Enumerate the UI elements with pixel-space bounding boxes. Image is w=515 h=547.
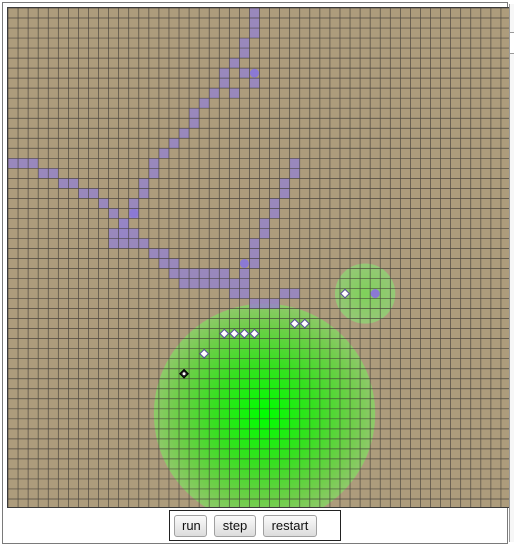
pheromone-cell: [249, 248, 260, 259]
pheromone-cell: [289, 288, 300, 299]
pheromone-cell: [249, 238, 260, 249]
pheromone-cell: [179, 278, 190, 289]
pheromone-cell: [249, 28, 260, 39]
pheromone-cell: [279, 178, 290, 189]
pheromone-dot: [370, 289, 380, 299]
pheromone-cell: [168, 258, 180, 269]
pheromone-dot: [249, 68, 259, 78]
pheromone-cell: [239, 268, 250, 279]
pheromone-cell: [118, 228, 129, 239]
pheromone-cell: [259, 298, 270, 309]
pheromone-cell: [259, 228, 270, 239]
pheromone-cell: [189, 108, 200, 119]
pheromone-cell: [148, 168, 159, 179]
pheromone-cell: [229, 278, 240, 289]
controls-panel: run step restart: [169, 510, 341, 541]
pheromone-cell: [289, 168, 300, 179]
pheromone-cell: [98, 198, 109, 209]
grid-canvas[interactable]: [8, 8, 510, 508]
pheromone-cell: [128, 228, 139, 239]
pheromone-cell: [279, 288, 290, 299]
pheromone-cell: [239, 68, 250, 79]
pheromone-cell: [38, 168, 49, 179]
pheromone-cell: [229, 288, 240, 299]
pheromone-cell: [239, 48, 250, 59]
pheromone-cell: [88, 188, 99, 199]
pheromone-cell: [289, 158, 300, 169]
pheromone-cell: [239, 38, 250, 49]
simulation-frame: [2, 2, 510, 544]
pheromone-cell: [269, 208, 280, 219]
pheromone-cell: [148, 248, 159, 259]
pheromone-cell: [128, 198, 139, 209]
pheromone-cell: [108, 208, 119, 219]
food-particle-icon: [182, 372, 186, 376]
ant-colony-board[interactable]: [7, 7, 510, 508]
pheromone-cell: [148, 158, 159, 169]
pheromone-cell: [58, 178, 69, 189]
step-button[interactable]: step: [214, 515, 256, 537]
pheromone-cell: [189, 278, 200, 289]
pheromone-cell: [189, 268, 200, 279]
pheromone-cell: [68, 178, 79, 189]
pheromone-cell: [158, 148, 169, 159]
pheromone-cell: [199, 278, 210, 289]
run-button[interactable]: run: [174, 515, 207, 537]
pheromone-cell: [229, 88, 240, 99]
pheromone-dot: [239, 258, 249, 269]
pheromone-cell: [209, 88, 220, 99]
pheromone-cell: [219, 278, 230, 289]
pheromone-cell: [78, 188, 89, 199]
pheromone-cell: [168, 268, 180, 279]
pheromone-cell: [279, 188, 290, 199]
pheromone-cell: [259, 218, 270, 229]
pheromone-cell: [28, 158, 39, 169]
pheromone-cell: [18, 158, 29, 169]
pheromone-cell: [108, 238, 119, 249]
pheromone-cell: [199, 98, 210, 109]
scrollbar-edge[interactable]: [509, 4, 514, 542]
pheromone-cell: [189, 118, 200, 129]
pheromone-dot: [129, 208, 139, 218]
pheromone-cell: [219, 268, 230, 279]
pheromone-cell: [108, 228, 119, 239]
pheromone-cell: [128, 238, 139, 249]
pheromone-cell: [269, 298, 280, 309]
pheromone-cell: [229, 58, 240, 69]
restart-button[interactable]: restart: [263, 515, 317, 537]
pheromone-cell: [249, 258, 260, 269]
pheromone-cell: [48, 168, 59, 179]
pheromone-cell: [118, 218, 129, 229]
pheromone-cell: [249, 18, 260, 29]
pheromone-cell: [219, 78, 230, 89]
pheromone-cell: [219, 68, 230, 79]
pheromone-cell: [138, 238, 149, 249]
pheromone-cell: [138, 188, 149, 199]
pheromone-cell: [8, 158, 19, 169]
pheromone-cell: [179, 268, 190, 279]
pheromone-cell: [249, 8, 260, 19]
pheromone-cell: [199, 268, 210, 279]
scrollbar-handle[interactable]: [510, 32, 514, 54]
pheromone-cell: [239, 288, 250, 299]
pheromone-cell: [168, 138, 180, 149]
pheromone-cell: [239, 278, 250, 289]
pheromone-cell: [209, 268, 220, 279]
pheromone-cell: [269, 198, 280, 209]
pheromone-cell: [179, 128, 190, 139]
pheromone-cell: [158, 248, 169, 259]
pheromone-cell: [209, 278, 220, 289]
pheromone-cell: [249, 78, 260, 89]
pheromone-cell: [138, 178, 149, 189]
pheromone-cell: [158, 258, 169, 269]
pheromone-cell: [249, 298, 260, 309]
pheromone-cell: [118, 238, 129, 249]
